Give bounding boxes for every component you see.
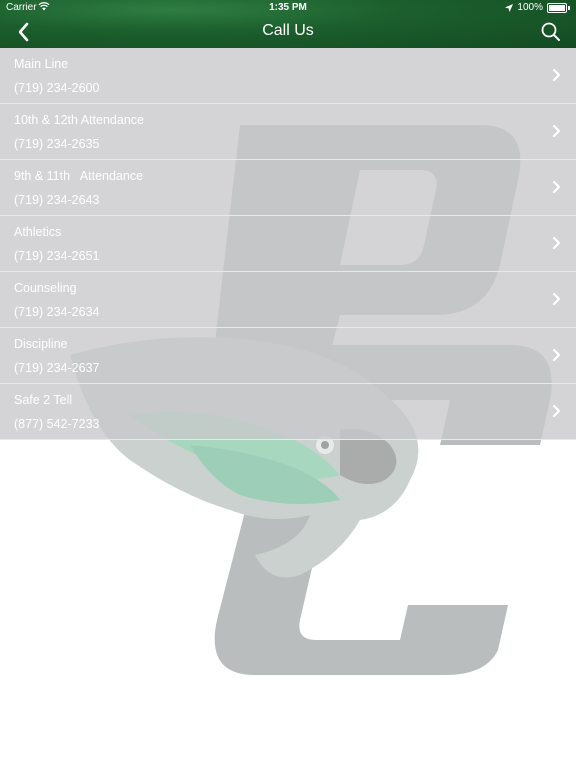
list-item[interactable]: 9th & 11th Attendance (719) 234-2643 <box>0 160 576 216</box>
app-header: Carrier 1:35 PM 100% Call Us <box>0 0 576 48</box>
search-button[interactable] <box>538 20 564 44</box>
chevron-right-icon <box>552 68 561 82</box>
battery-percent: 100% <box>517 2 543 13</box>
chevron-right-icon <box>552 180 561 194</box>
contact-phone: (877) 542-7233 <box>14 417 100 431</box>
contact-list: Main Line (719) 234-2600 10th & 12th Att… <box>0 48 576 440</box>
search-icon <box>541 22 560 41</box>
chevron-right-icon <box>552 236 561 250</box>
location-arrow-icon <box>505 3 514 12</box>
status-right: 100% <box>505 2 570 13</box>
list-item[interactable]: Counseling (719) 234-2634 <box>0 272 576 328</box>
contact-label: Main Line <box>14 57 69 71</box>
contact-phone: (719) 234-2637 <box>14 361 100 375</box>
navbar: Call Us <box>0 16 576 48</box>
list-item[interactable]: Safe 2 Tell (877) 542-7233 <box>0 384 576 440</box>
contact-phone: (719) 234-2634 <box>14 305 100 319</box>
page-title: Call Us <box>262 22 314 39</box>
list-item[interactable]: Main Line (719) 234-2600 <box>0 48 576 104</box>
list-item[interactable]: 10th & 12th Attendance (719) 234-2635 <box>0 104 576 160</box>
chevron-right-icon <box>552 292 561 306</box>
chevron-right-icon <box>552 404 561 418</box>
contact-label: Counseling <box>14 281 77 295</box>
contact-label: Athletics <box>14 225 62 239</box>
status-bar: Carrier 1:35 PM 100% <box>0 0 576 16</box>
contact-label: 10th & 12th Attendance <box>14 113 144 127</box>
list-item[interactable]: Athletics (719) 234-2651 <box>0 216 576 272</box>
battery-icon <box>547 2 567 13</box>
contact-label: Safe 2 Tell <box>14 393 73 407</box>
chevron-right-icon <box>552 348 561 362</box>
contact-label: 9th & 11th Attendance <box>14 169 144 183</box>
chevron-right-icon <box>552 124 561 138</box>
status-time: 1:35 PM <box>269 2 307 13</box>
contact-label: Discipline <box>14 337 68 351</box>
contact-phone: (719) 234-2651 <box>14 249 100 263</box>
battery-tip <box>568 5 570 10</box>
contact-phone: (719) 234-2600 <box>14 81 100 95</box>
contact-phone: (719) 234-2635 <box>14 137 100 151</box>
list-item[interactable]: Discipline (719) 234-2637 <box>0 328 576 384</box>
contact-phone: (719) 234-2643 <box>14 193 100 207</box>
